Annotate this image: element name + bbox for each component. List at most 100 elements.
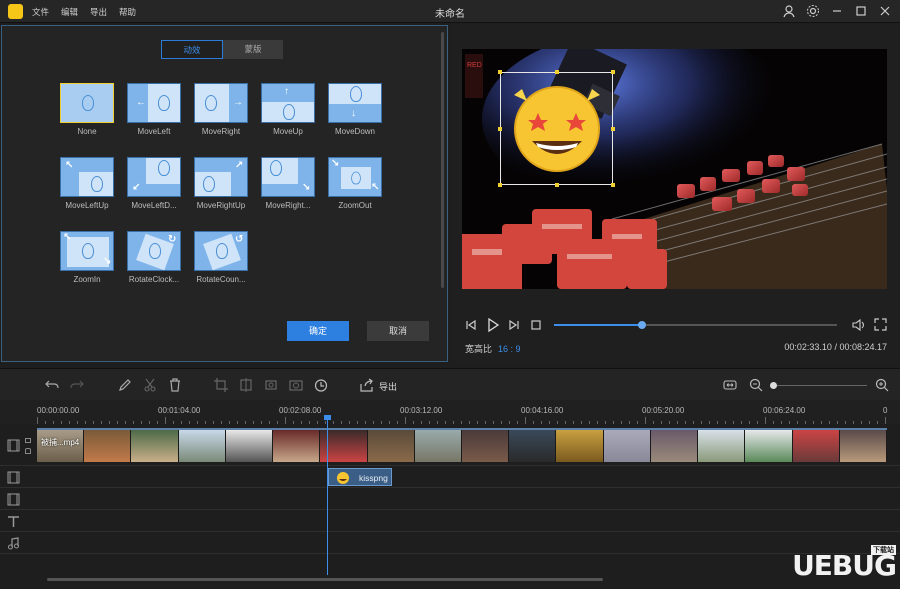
- aspect-ratio[interactable]: 宽高比 16 : 9: [465, 342, 521, 355]
- user-icon[interactable]: [782, 4, 796, 18]
- settings-icon[interactable]: [806, 4, 820, 18]
- tab-mask[interactable]: 蒙版: [223, 40, 283, 59]
- ruler-tick: [525, 417, 526, 424]
- zoom-out-timeline-icon[interactable]: [749, 378, 763, 392]
- edit-pen-icon[interactable]: [118, 378, 132, 392]
- zoom-out-icon: ↘ ↖: [328, 157, 382, 197]
- rotate-counter-icon: ↺: [194, 231, 248, 271]
- playhead-line[interactable]: [327, 417, 328, 575]
- play-icon[interactable]: [486, 318, 500, 332]
- move-left-down-icon: ↙: [127, 157, 181, 197]
- title-bar: 文件 编辑 导出 帮助 未命名: [0, 0, 900, 23]
- effect-rotate-counter[interactable]: ↺ RotateCoun...: [191, 231, 251, 284]
- resize-handle[interactable]: [611, 70, 615, 74]
- overlay-track-icon: [7, 471, 20, 484]
- zoom-in-timeline-icon[interactable]: [875, 378, 889, 392]
- effect-move-right-up[interactable]: ↗ MoveRightUp: [191, 157, 251, 210]
- freeze-frame-icon[interactable]: [289, 378, 303, 392]
- resize-handle[interactable]: [498, 183, 502, 187]
- cancel-button[interactable]: 取消: [367, 321, 429, 341]
- undo-icon[interactable]: [45, 378, 59, 392]
- resize-handle[interactable]: [555, 70, 559, 74]
- effect-rotate-clockwise[interactable]: ↻ RotateClock...: [124, 231, 184, 284]
- resize-handle[interactable]: [611, 183, 615, 187]
- effect-label: RotateCoun...: [196, 275, 246, 284]
- timeline-zoom-slider[interactable]: [773, 385, 867, 386]
- effect-move-right-down[interactable]: ↘ MoveRight...: [258, 157, 318, 210]
- preview-panel: RED 宽高比 16: 9 00:02:33.10 / 00:08:24.17: [451, 25, 900, 362]
- effect-move-down[interactable]: ↓ MoveDown: [325, 83, 385, 136]
- export-icon[interactable]: [360, 378, 374, 392]
- ruler-label: 00:02:08.00: [279, 406, 322, 415]
- effect-zoom-out[interactable]: ↘ ↖ ZoomOut: [325, 157, 385, 210]
- split-icon[interactable]: [239, 378, 253, 392]
- effects-scrollbar[interactable]: [441, 32, 444, 288]
- video-track: 被捕...mp4: [0, 424, 900, 466]
- video-preview[interactable]: RED: [462, 49, 887, 289]
- close-icon[interactable]: [878, 4, 892, 18]
- next-frame-icon[interactable]: [508, 319, 520, 331]
- volume-icon[interactable]: [852, 318, 866, 332]
- move-left-icon: ←: [127, 83, 181, 123]
- crop-icon[interactable]: [214, 378, 228, 392]
- move-down-icon: ↓: [328, 83, 382, 123]
- effect-label: None: [77, 127, 97, 136]
- timeline-zoom-knob[interactable]: [770, 382, 777, 389]
- effect-label: MoveRight: [201, 127, 241, 136]
- resize-handle[interactable]: [555, 183, 559, 187]
- effect-zoom-in[interactable]: ↖ ↘ ZoomIn: [57, 231, 117, 284]
- fullscreen-icon[interactable]: [874, 318, 887, 331]
- effect-label: MoveLeftD...: [131, 201, 177, 210]
- effect-label: MoveRight...: [265, 201, 311, 210]
- aspect-value[interactable]: 16 : 9: [498, 344, 521, 354]
- effect-move-left-down[interactable]: ↙ MoveLeftD...: [124, 157, 184, 210]
- timeline-ruler[interactable]: 00:00:00.00 00:01:04.00 00:02:08.00 00:0…: [0, 400, 900, 424]
- video-clip-name: 被捕...mp4: [41, 438, 80, 447]
- resize-handle[interactable]: [611, 127, 615, 131]
- video-clip[interactable]: [37, 428, 887, 462]
- effect-label: MoveLeft: [137, 127, 171, 136]
- confirm-button[interactable]: 确定: [287, 321, 349, 341]
- sticker-bounding-box[interactable]: [498, 70, 615, 187]
- resize-handle[interactable]: [498, 127, 502, 131]
- tab-animation[interactable]: 动效: [161, 40, 223, 59]
- sticker-clip[interactable]: kisspng: [328, 468, 392, 486]
- stop-icon[interactable]: [530, 319, 542, 331]
- effect-move-right[interactable]: → MoveRight: [191, 83, 251, 136]
- progress-knob[interactable]: [637, 321, 646, 329]
- effect-label: ZoomOut: [338, 201, 372, 210]
- playback-progress[interactable]: [554, 321, 837, 329]
- track-header: [0, 424, 35, 465]
- text-track: [0, 510, 900, 532]
- timeline-scrollbar[interactable]: [47, 578, 603, 581]
- effect-move-left-up[interactable]: ↖ MoveLeftUp: [57, 157, 117, 210]
- ruler-label: 00:03:12.00: [400, 406, 443, 415]
- minimize-icon[interactable]: [830, 4, 844, 18]
- resize-handle[interactable]: [498, 70, 502, 74]
- effect-label: ZoomIn: [73, 275, 101, 284]
- mosaic-icon[interactable]: [264, 378, 278, 392]
- redo-icon[interactable]: [70, 378, 84, 392]
- lock-icon[interactable]: [25, 448, 31, 454]
- balloon-still-icon: [60, 83, 114, 123]
- duration-clock-icon[interactable]: [314, 378, 328, 392]
- maximize-icon[interactable]: [854, 4, 868, 18]
- effect-label: RotateClock...: [128, 275, 180, 284]
- ruler-tick: [645, 417, 646, 424]
- aspect-label: 宽高比: [465, 344, 493, 354]
- export-label[interactable]: 导出: [379, 380, 397, 393]
- fit-width-icon[interactable]: [723, 378, 737, 392]
- effect-move-left[interactable]: ← MoveLeft: [124, 83, 184, 136]
- cut-icon[interactable]: [143, 378, 157, 392]
- music-track: [0, 532, 900, 554]
- ruler-label: 00:01:04.00: [158, 406, 201, 415]
- effect-none[interactable]: None: [57, 83, 117, 136]
- ruler-tick: [885, 417, 886, 424]
- delete-icon[interactable]: [168, 378, 182, 392]
- effect-move-up[interactable]: ↑ MoveUp: [258, 83, 318, 136]
- effect-label: MoveLeftUp: [65, 201, 109, 210]
- window-controls: [782, 4, 892, 18]
- mute-icon[interactable]: [25, 438, 31, 443]
- overlay-track: kisspng: [0, 466, 900, 488]
- prev-frame-icon[interactable]: [465, 319, 477, 331]
